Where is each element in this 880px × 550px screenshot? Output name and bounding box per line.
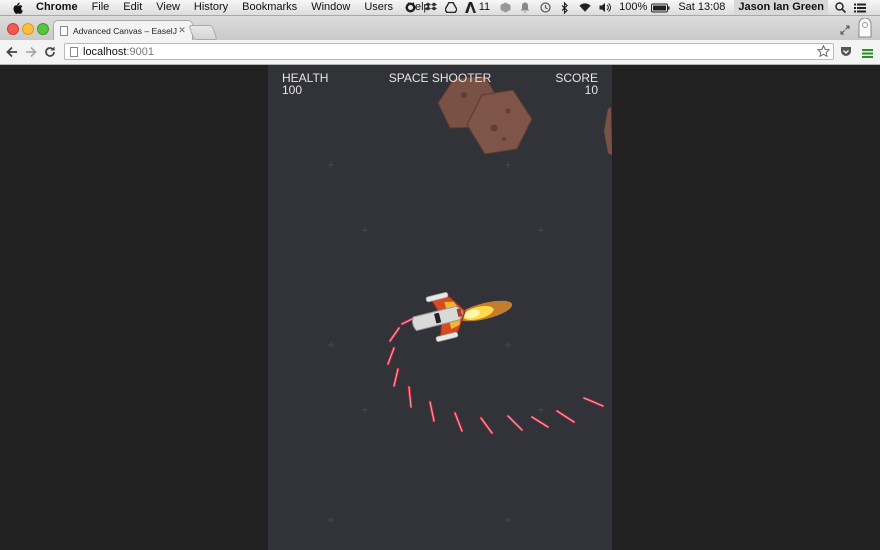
battery-icon[interactable] [650,2,670,14]
tab-title: Advanced Canvas – EaselJS [73,25,177,36]
bell-icon[interactable] [519,2,531,14]
dropbox-icon[interactable] [424,2,437,14]
user-name[interactable]: Jason Ian Green [734,0,828,15]
menu-bar: Chrome File Edit View History Bookmarks … [0,0,880,16]
fullscreen-icon[interactable] [840,22,850,35]
notification-center-icon[interactable] [854,2,866,14]
status-area: 11 100% Sat 13:08 Jason Ian Green [405,0,880,15]
menu-view[interactable]: View [156,0,180,15]
tab-close-icon[interactable]: ✕ [177,25,187,36]
player-spaceship [412,292,466,342]
tab-advanced-canvas[interactable]: Advanced Canvas – EaselJS ✕ [53,20,193,40]
laser-trail-glow [387,318,604,434]
spotlight-search-icon[interactable] [834,2,846,14]
wifi-icon[interactable] [579,2,591,14]
menu-users[interactable]: Users [364,0,393,15]
window-zoom-button[interactable] [37,23,49,35]
address-bar[interactable]: localhost:9001 [64,43,834,60]
url-host: localhost [83,45,127,58]
google-drive-icon[interactable] [444,2,457,14]
menu-window[interactable]: Window [311,0,350,15]
back-arrow-icon[interactable] [5,45,19,59]
forward-arrow-icon[interactable] [24,45,38,59]
game-scene [328,75,612,523]
game-canvas[interactable]: HEALTH 100 SPACE SHOOTER SCORE 10 [268,65,612,550]
starfield [328,162,544,523]
url-port: :9001 [126,45,154,58]
window-minimize-button[interactable] [22,23,34,35]
page-info-icon[interactable] [70,46,78,57]
menu-clock[interactable]: Sat 13:08 [678,0,725,15]
pocket-icon[interactable] [840,45,852,57]
skype-icon[interactable] [405,2,417,14]
page-favicon-icon [60,25,68,36]
reload-icon[interactable] [43,45,57,59]
menu-app-chrome[interactable]: Chrome [36,0,78,15]
new-tab-button[interactable] [188,25,218,40]
menu-history[interactable]: History [194,0,228,15]
battery-percent: 100% [619,1,648,13]
package-icon[interactable] [499,2,511,14]
menu-file[interactable]: File [92,0,110,15]
bookmark-star-icon[interactable] [816,44,831,58]
bluetooth-icon[interactable] [559,1,571,14]
health-value: 100 [282,83,303,97]
notification-count: 11 [478,1,491,13]
score-value: 10 [584,83,598,97]
volume-icon[interactable] [599,2,612,14]
profile-avatar-icon[interactable] [858,17,872,38]
window-close-button[interactable] [7,23,19,35]
time-machine-icon[interactable] [539,2,551,14]
chrome-menu-icon[interactable] [862,46,873,58]
tab-strip: Advanced Canvas – EaselJS ✕ [0,16,880,40]
menu-edit[interactable]: Edit [123,0,142,15]
laser-trail [386,317,605,435]
menu-bookmarks[interactable]: Bookmarks [242,0,297,15]
adobe-icon[interactable] [465,2,477,14]
apple-menu-icon[interactable] [12,2,26,14]
asteroid [604,107,612,155]
browser-toolbar: localhost:9001 [0,40,880,65]
